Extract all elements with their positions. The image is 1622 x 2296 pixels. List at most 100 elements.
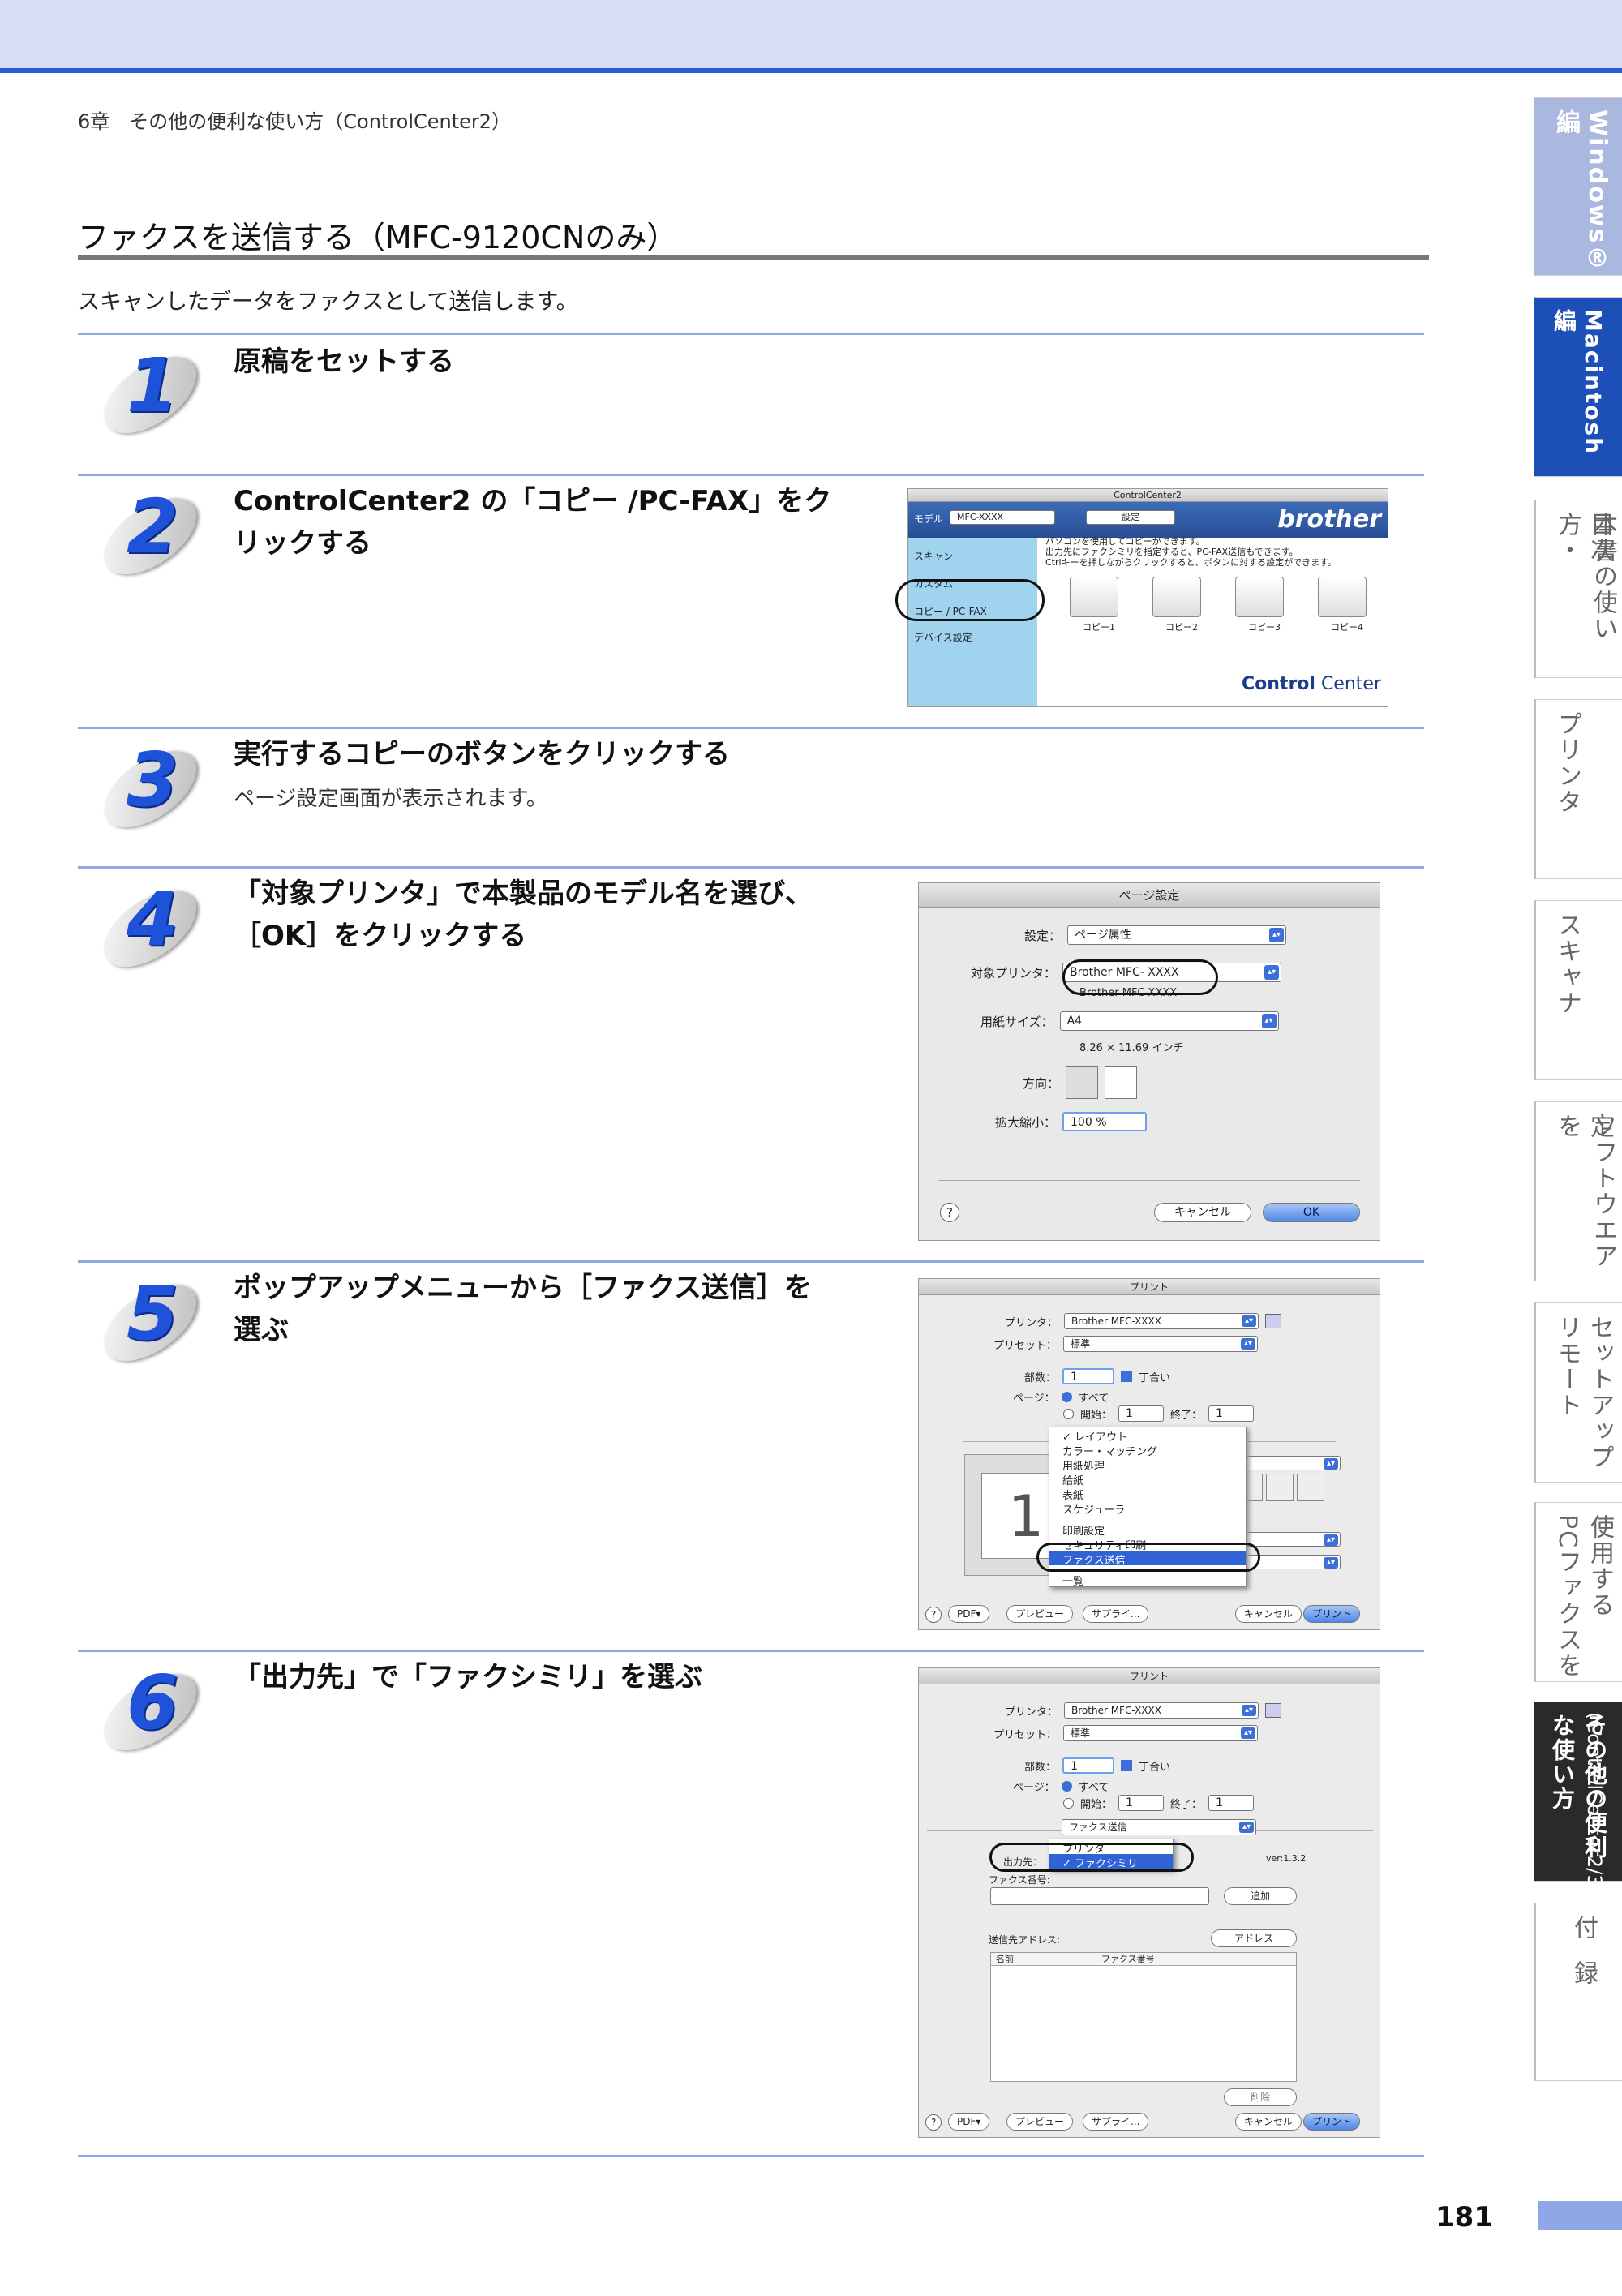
address-button[interactable]: アドレス [1211, 1929, 1297, 1947]
divider [938, 1180, 1360, 1181]
tab-windows[interactable]: Windows®編 [1534, 97, 1622, 276]
delete-button[interactable]: 削除 [1224, 2088, 1297, 2106]
pdf-button[interactable]: PDF▾ [948, 1605, 990, 1623]
all-pages-radio[interactable] [1061, 1392, 1072, 1402]
print-dialog-popup: プリント プリンタ： Brother MFC-XXXX ▴▾ プリセット： 標準 ▴▾ … [918, 1278, 1380, 1630]
settings-select[interactable]: ページ属性 ▴▾ [1067, 925, 1287, 945]
print-button[interactable]: プリント [1303, 2113, 1361, 2131]
portrait-orientation-button[interactable] [1066, 1066, 1099, 1099]
menu-item-layout[interactable]: ✓ レイアウト [1049, 1427, 1246, 1444]
menu-item-paper-feed[interactable]: 給紙 [1049, 1471, 1246, 1487]
ok-button[interactable]: OK [1263, 1203, 1360, 1222]
to-input[interactable]: 1 [1208, 1795, 1255, 1811]
cancel-button[interactable]: キャンセル [1235, 1605, 1302, 1623]
copy1-button[interactable] [1070, 577, 1118, 617]
help-button[interactable]: ? [925, 1607, 942, 1623]
step-3-sub: ページ設定画面が表示されます。 [234, 787, 547, 811]
tab-other-useful[interactable]: その他の便利な使い方 (ControlCenter2/3) [1534, 1702, 1622, 1895]
paper-size-select[interactable]: A4 ▴▾ [1059, 1011, 1279, 1031]
column-fax-number[interactable]: ファクス番号 [1096, 1953, 1155, 1965]
copy3-button[interactable] [1235, 577, 1284, 617]
menu-item-print-settings[interactable]: 印刷設定 [1049, 1521, 1246, 1538]
step-separator [78, 333, 1424, 335]
step-6-title: 「出力先」で「ファクシミリ」を選ぶ [234, 1661, 702, 1693]
range-radio[interactable] [1063, 1797, 1074, 1809]
pdf-button[interactable]: PDF▾ [948, 2113, 990, 2131]
collate-checkbox[interactable] [1121, 1371, 1133, 1382]
printer-select[interactable]: Brother MFC-XXXX ▴▾ [1064, 1702, 1259, 1719]
page-number-bar [1538, 2201, 1622, 2230]
cc-header: モデル MFC-XXXX 設定 brother [908, 502, 1388, 538]
cc-titlebar: ControlCenter2 [908, 489, 1388, 502]
from-input[interactable]: 1 [1118, 1795, 1165, 1811]
tab-macintosh[interactable]: Macintosh編 [1534, 297, 1622, 477]
page-setup-window: ページ設定 設定： ページ属性 ▴▾ 対象プリンタ： Brother MFC- XXX… [918, 882, 1380, 1241]
page-number: 181 [1435, 2201, 1493, 2234]
disclosure-button[interactable] [1265, 1314, 1282, 1328]
menu-item-summary[interactable]: 一覧 [1049, 1572, 1246, 1588]
copies-input[interactable]: 1 [1062, 1757, 1115, 1774]
step-2-title: ControlCenter2 の「コピー /PC-FAX」をク リックする [234, 485, 832, 560]
cc-description: パソコンを使用してコピーができます。 出力先にファクシミリを指定すると、PC-FA… [1045, 536, 1337, 568]
step-number-5: 5 [90, 1269, 211, 1384]
column-name[interactable]: 名前 [991, 1953, 1096, 1965]
tab-scanner[interactable]: スキャナ [1534, 900, 1622, 1080]
chapter-header: 6章 その他の便利な使い方（ControlCenter2） [78, 110, 512, 133]
supplies-button[interactable]: サプライ... [1083, 2113, 1149, 2131]
preview-button[interactable]: プレビュー [1006, 1605, 1074, 1623]
copy4-button[interactable] [1318, 577, 1367, 617]
mode-select[interactable]: ファクス送信 ▴▾ [1062, 1819, 1256, 1835]
printer-select[interactable]: Brother MFC-XXXX ▴▾ [1064, 1313, 1259, 1329]
tab-appendix[interactable]: 付録 [1534, 1903, 1622, 2081]
menu-item-scheduler[interactable]: スケジューラ [1049, 1500, 1246, 1517]
layout-icons [1235, 1474, 1349, 1506]
print-button[interactable]: プリント [1303, 1605, 1361, 1623]
tab-pc-fax[interactable]: PCファクスを 使用する [1534, 1502, 1622, 1682]
add-button[interactable]: 追加 [1224, 1887, 1297, 1905]
step-separator [78, 727, 1424, 729]
controlcenter-logo: Control Center [1242, 674, 1381, 694]
tab-printer[interactable]: プリンタ [1534, 699, 1622, 879]
cc-settings-select[interactable]: 設定 [1086, 510, 1175, 525]
recipient-table[interactable]: 名前 ファクス番号 [990, 1952, 1297, 2082]
cc-menu-device[interactable]: デバイス設定 [914, 630, 972, 644]
cancel-button[interactable]: キャンセル [1154, 1203, 1251, 1222]
highlight-circle [1062, 959, 1218, 995]
supplies-button[interactable]: サプライ... [1083, 1605, 1149, 1623]
menu-item-cover[interactable]: 表紙 [1049, 1486, 1246, 1502]
fax-number-input[interactable] [990, 1887, 1209, 1905]
highlight-circle [895, 579, 1045, 621]
preview-button[interactable]: プレビュー [1006, 2113, 1074, 2131]
tab-remote-setup[interactable]: リモート セットアップ [1534, 1302, 1622, 1483]
tab-how-to-use[interactable]: 本書の使い方・ 目次 [1534, 500, 1622, 678]
step-4-title: 「対象プリンタ」で本製品のモデル名を選び、 ［OK］をクリックする [234, 878, 813, 952]
to-input[interactable]: 1 [1208, 1405, 1255, 1422]
help-button[interactable]: ? [940, 1203, 959, 1222]
from-input[interactable]: 1 [1118, 1405, 1165, 1422]
preset-select[interactable]: 標準 ▴▾ [1063, 1725, 1259, 1741]
step-number-3: 3 [90, 736, 211, 850]
landscape-orientation-button[interactable] [1105, 1066, 1138, 1099]
print-dialog-fax: プリント プリンタ： Brother MFC-XXXX ▴▾ プリセット： 標準 ▴▾ … [918, 1667, 1380, 2138]
cc-sidebar: スキャン カスタム コピー / PC-FAX デバイス設定 [908, 538, 1037, 706]
range-radio[interactable] [1063, 1408, 1074, 1419]
preset-select[interactable]: 標準 ▴▾ [1063, 1336, 1259, 1352]
step-number-6: 6 [90, 1659, 211, 1773]
step-separator [78, 474, 1424, 476]
step-number-2: 2 [90, 483, 211, 597]
copies-input[interactable]: 1 [1062, 1368, 1115, 1384]
all-pages-radio[interactable] [1061, 1781, 1072, 1792]
tab-software-settings[interactable]: ソフトウエアを使うための設定 [1534, 1101, 1622, 1281]
menu-item-color-matching[interactable]: カラー・マッチング [1049, 1442, 1246, 1458]
cancel-button[interactable]: キャンセル [1235, 2113, 1302, 2131]
cc-menu-scan[interactable]: スキャン [914, 549, 953, 563]
collate-checkbox[interactable] [1121, 1760, 1133, 1771]
disclosure-button[interactable] [1265, 1703, 1282, 1718]
copy2-button[interactable] [1152, 577, 1201, 617]
top-band [0, 0, 1622, 73]
help-button[interactable]: ? [925, 2114, 942, 2131]
step-separator [78, 866, 1424, 869]
scale-input[interactable]: 100 % [1062, 1112, 1148, 1131]
menu-item-paper-handling[interactable]: 用紙処理 [1049, 1457, 1246, 1473]
cc-model-select[interactable]: MFC-XXXX [950, 510, 1055, 525]
